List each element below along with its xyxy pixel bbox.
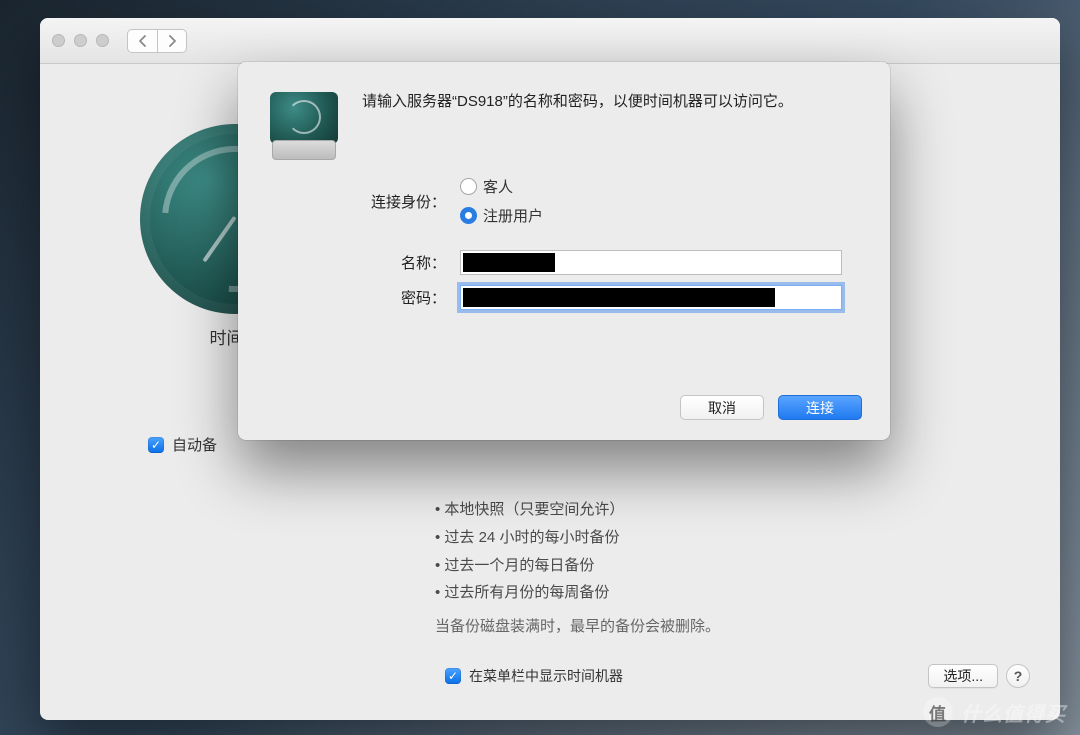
registered-label: 注册用户: [483, 205, 543, 226]
dialog-message: 请输入服务器“DS918”的名称和密码，以便时间机器可以访问它。: [362, 90, 860, 162]
options-button[interactable]: 选项...: [928, 664, 998, 688]
info-line: 本地快照（只要空间允许）: [435, 496, 720, 524]
show-in-menubar-label: 在菜单栏中显示时间机器: [469, 666, 623, 686]
watermark-text: 什么值得买: [961, 698, 1066, 727]
password-label: 密码：: [362, 287, 460, 308]
auto-backup-label: 自动备: [172, 434, 217, 455]
auth-dialog: 请输入服务器“DS918”的名称和密码，以便时间机器可以访问它。 连接身份： 客…: [238, 62, 890, 440]
show-in-menubar-checkbox[interactable]: ✓: [445, 668, 461, 684]
auto-backup-row: ✓ 自动备: [148, 434, 217, 455]
redacted-block: [463, 288, 775, 307]
dialog-buttons: 取消 连接: [680, 395, 862, 420]
auto-backup-checkbox[interactable]: ✓: [148, 437, 164, 453]
redacted-block: [463, 253, 555, 272]
registered-radio-row[interactable]: 注册用户: [460, 205, 543, 226]
name-input[interactable]: [460, 250, 842, 275]
guest-radio[interactable]: [460, 178, 477, 195]
info-line: 过去所有月份的每周备份: [435, 579, 720, 607]
backup-info-list: 本地快照（只要空间允许） 过去 24 小时的每小时备份 过去一个月的每日备份 过…: [435, 496, 720, 641]
titlebar: [40, 18, 1060, 64]
bottom-row: ✓ 在菜单栏中显示时间机器 选项... ?: [445, 664, 1030, 688]
chevron-right-icon: [168, 35, 177, 47]
auth-form: 连接身份： 客人 注册用户 名称： 密码：: [362, 176, 860, 310]
close-window-button[interactable]: [52, 34, 65, 47]
guest-radio-row[interactable]: 客人: [460, 176, 543, 197]
zoom-window-button[interactable]: [96, 34, 109, 47]
info-line: 过去一个月的每日备份: [435, 552, 720, 580]
registered-radio[interactable]: [460, 207, 477, 224]
window-controls: [52, 34, 109, 47]
chevron-left-icon: [138, 35, 147, 47]
back-button[interactable]: [127, 29, 157, 53]
guest-label: 客人: [483, 176, 513, 197]
name-label: 名称：: [362, 252, 460, 273]
forward-button[interactable]: [157, 29, 187, 53]
cancel-button[interactable]: 取消: [680, 395, 764, 420]
watermark: 值 什么值得买: [923, 697, 1066, 727]
time-machine-disk-icon: [268, 90, 340, 162]
password-input[interactable]: [460, 285, 842, 310]
nav-buttons: [127, 29, 187, 53]
help-button[interactable]: ?: [1006, 664, 1030, 688]
watermark-badge: 值: [923, 697, 953, 727]
connect-as-label: 连接身份：: [362, 191, 460, 212]
info-note: 当备份磁盘装满时，最早的备份会被删除。: [435, 613, 720, 641]
minimize-window-button[interactable]: [74, 34, 87, 47]
connect-button[interactable]: 连接: [778, 395, 862, 420]
info-line: 过去 24 小时的每小时备份: [435, 524, 720, 552]
connect-as-group: 客人 注册用户: [460, 176, 543, 226]
